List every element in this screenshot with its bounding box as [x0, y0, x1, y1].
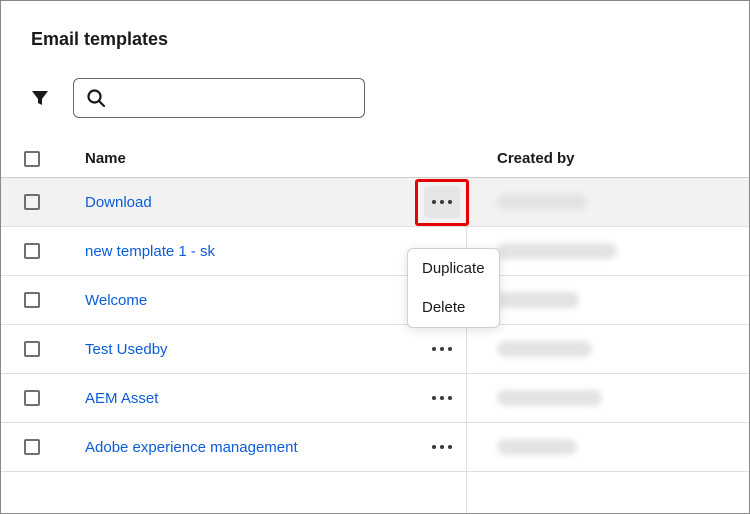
select-all-checkbox[interactable] [24, 151, 40, 167]
search-input[interactable] [114, 90, 364, 107]
template-name-link[interactable]: Test Usedby [85, 341, 168, 358]
more-actions-button[interactable] [424, 431, 460, 463]
page-title: Email templates [1, 29, 749, 50]
template-name-link[interactable]: AEM Asset [85, 390, 158, 407]
app-frame: Email templates Name Created by Download [0, 0, 750, 514]
created-by-value [497, 292, 579, 308]
search-icon [86, 88, 106, 108]
row-checkbox[interactable] [24, 292, 40, 308]
template-name-link[interactable]: Welcome [85, 292, 147, 309]
search-field[interactable] [73, 78, 365, 118]
column-header-name[interactable]: Name [63, 150, 407, 167]
table-row[interactable]: Welcome [1, 276, 749, 325]
table-row[interactable]: AEM Asset [1, 374, 749, 423]
menu-item-duplicate[interactable]: Duplicate [408, 249, 499, 288]
table-row[interactable]: Adobe experience management [1, 423, 749, 472]
table-row[interactable]: Test Usedby [1, 325, 749, 374]
row-actions-menu: Duplicate Delete [407, 248, 500, 328]
column-header-createdby[interactable]: Created by [477, 150, 749, 167]
templates-table: Name Created by Download new template 1 … [1, 140, 749, 472]
created-by-value [497, 439, 577, 455]
more-actions-button[interactable] [424, 333, 460, 365]
header-checkbox-cell [1, 150, 63, 167]
more-icon [432, 396, 452, 400]
template-name-link[interactable]: Download [85, 194, 152, 211]
row-checkbox[interactable] [24, 243, 40, 259]
table-row[interactable]: Download [1, 178, 749, 227]
row-checkbox[interactable] [24, 439, 40, 455]
more-icon [432, 200, 452, 204]
more-icon [432, 347, 452, 351]
template-name-link[interactable]: Adobe experience management [85, 439, 298, 456]
created-by-value [497, 194, 587, 210]
created-by-value [497, 243, 617, 259]
template-name-link[interactable]: new template 1 - sk [85, 243, 215, 260]
menu-item-delete[interactable]: Delete [408, 288, 499, 327]
table-row[interactable]: new template 1 - sk [1, 227, 749, 276]
created-by-value [497, 341, 592, 357]
more-actions-button[interactable] [424, 186, 460, 218]
row-checkbox[interactable] [24, 341, 40, 357]
row-checkbox[interactable] [24, 194, 40, 210]
row-checkbox[interactable] [24, 390, 40, 406]
toolbar [1, 78, 749, 118]
more-actions-button[interactable] [424, 382, 460, 414]
created-by-value [497, 390, 602, 406]
more-icon [432, 445, 452, 449]
table-header: Name Created by [1, 140, 749, 178]
filter-icon[interactable] [31, 89, 49, 107]
